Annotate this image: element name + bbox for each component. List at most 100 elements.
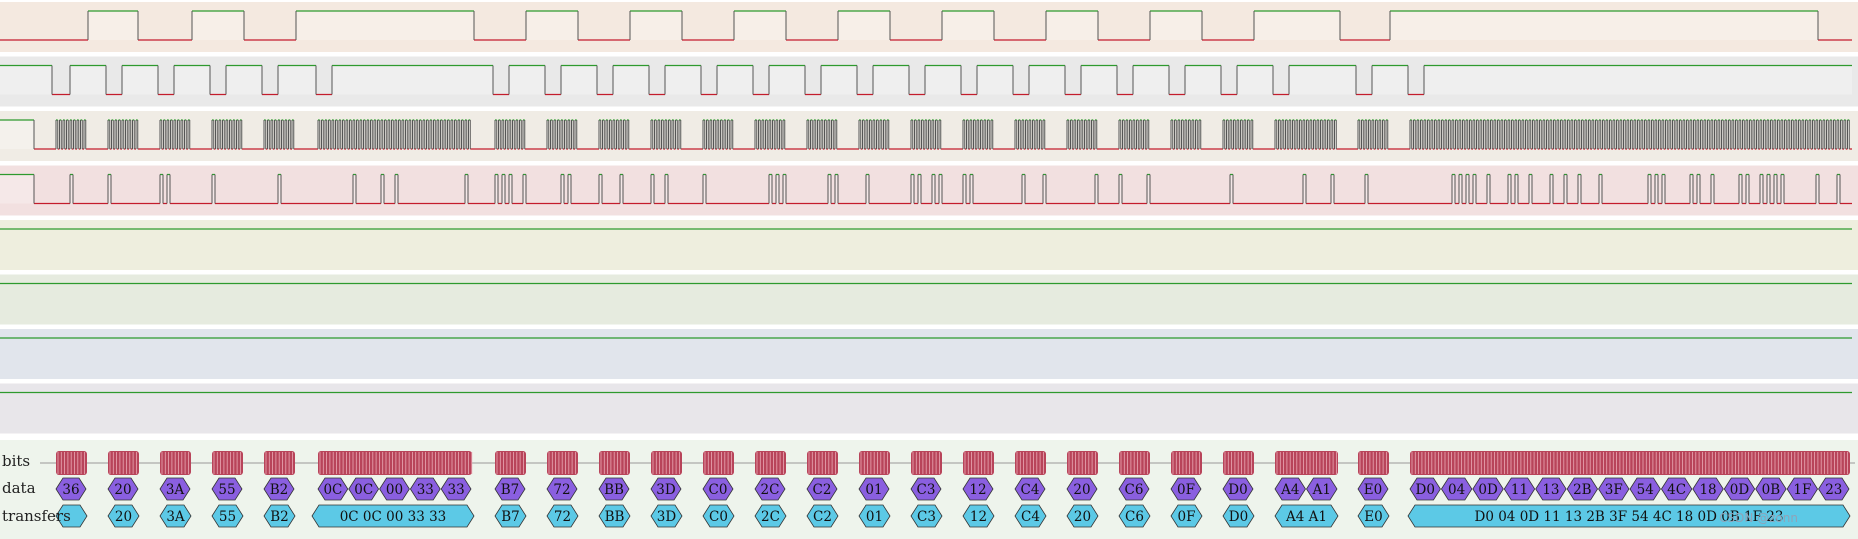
data-byte-label: 3F [1605,482,1623,498]
data-byte-label: 13 [1542,482,1559,498]
data-byte: 2B [1566,477,1599,501]
bits-row-label: bits [2,452,31,470]
data-byte: C4 [1014,477,1046,501]
bits-group [1275,451,1338,475]
data-byte-label: 0C [323,482,342,498]
bits-group [212,451,243,475]
transfer: B7 [494,504,527,528]
data-byte: C6 [1118,477,1150,501]
data-byte-label: C2 [813,482,832,498]
data-byte: D0 [1409,477,1441,501]
data-byte: 36 [55,477,87,501]
data-byte: 23 [1818,477,1850,501]
data-byte: 54 [1629,477,1661,501]
data-byte-label: B7 [501,482,520,498]
bits-group [495,451,526,475]
data-byte: 01 [858,477,890,501]
data-byte: 0B [1755,477,1787,501]
decoder-rows: 36 20 3A 55 B2 0C 0C 00 33 33 B7 72 BB 3D C0 2C C2 01 C3 12… [0,440,1858,539]
data-byte-label: C0 [709,482,728,498]
data-byte: C2 [806,477,838,501]
data-byte-label: 54 [1637,482,1654,498]
data-byte-label: 11 [1511,482,1528,498]
data-byte-label: 0B [1762,482,1781,498]
transfer: 3D [650,504,683,528]
bits-group [318,451,473,475]
transfer: 20 [107,504,140,528]
data-byte: E0 [1357,477,1389,501]
transfer-label: 0C 0C 00 33 33 [340,509,447,525]
bits-group [264,451,295,475]
data-byte: 11 [1503,477,1536,501]
bits-group [703,451,734,475]
transfer-label: A4 A1 [1285,509,1327,525]
data-byte: 04 [1440,477,1473,501]
data-byte-label: 04 [1448,482,1465,498]
transfer-label: C2 [813,509,832,525]
data-byte: 55 [211,477,243,501]
transfer: C2 [806,504,839,528]
data-byte: 3F [1598,477,1630,501]
bits-group [547,451,578,475]
bits-group [599,451,630,475]
transfer-label: C0 [709,509,728,525]
data-byte-label: A1 [1312,482,1331,498]
data-row-label: data [2,479,36,497]
data-byte: 18 [1692,477,1724,501]
data-byte-label: C6 [1125,482,1144,498]
transfer-label: C6 [1125,509,1144,525]
data-byte: D0 [1222,477,1254,501]
transfer: 3A [159,504,192,528]
transfer: C3 [910,504,943,528]
transfer: 72 [546,504,579,528]
data-byte-label: 0F [1177,482,1195,498]
data-byte-label: E0 [1364,482,1382,498]
transfer: 20 [1066,504,1099,528]
data-byte: 72 [546,477,578,501]
bits-group [859,451,890,475]
transfer-label: C3 [917,509,936,525]
data-byte: 00 [379,477,410,501]
data-byte: 0F [1170,477,1202,501]
bits-group [651,451,682,475]
bits-group [1223,451,1254,475]
transfer-label: E0 [1364,509,1382,525]
transfer-label: 0F [1178,509,1196,525]
transfer-label: C4 [1021,509,1040,525]
data-byte-label: 2C [761,482,780,498]
data-byte-label: 72 [553,482,570,498]
logic-analyzer-view[interactable]: 36 20 3A 55 B2 0C 0C 00 33 33 B7 72 BB 3D C0 2C C2 01 C3 12… [0,0,1858,539]
transfer-label: 12 [970,509,987,525]
data-byte: 4C [1660,477,1693,501]
bits-group [56,451,87,475]
transfer: 2C [754,504,787,528]
data-byte: 0C [348,477,380,501]
data-byte-label: 4C [1667,482,1686,498]
data-byte-label: 18 [1699,482,1716,498]
data-byte-label: 2B [1573,482,1592,498]
data-byte-label: 0D [1478,482,1498,498]
data-byte-label: A4 [1280,482,1299,498]
data-byte: 3D [650,477,682,501]
data-byte-label: 55 [218,482,235,498]
data-byte-label: 0C [354,482,373,498]
data-byte-label: D0 [1228,482,1247,498]
transfer: B2 [263,504,296,528]
data-byte-label: 20 [1073,482,1090,498]
channel-row-8 [0,383,1858,434]
transfer: C0 [702,504,735,528]
data-byte-label: 36 [62,482,79,498]
data-byte: A1 [1306,477,1338,501]
data-byte: 20 [107,477,139,501]
data-byte: 0D [1723,477,1756,501]
transfers-row-label: transfers [2,507,71,525]
transfer-label: BB [605,509,625,525]
transfer-label: 72 [554,509,571,525]
transfer-label: D0 [1229,509,1248,525]
channel-rows [0,2,1858,434]
bits-group [160,451,191,475]
transfer: E0 [1357,504,1390,528]
data-byte-label: 33 [417,482,434,498]
data-byte: 3A [159,477,191,501]
data-byte: 20 [1066,477,1098,501]
